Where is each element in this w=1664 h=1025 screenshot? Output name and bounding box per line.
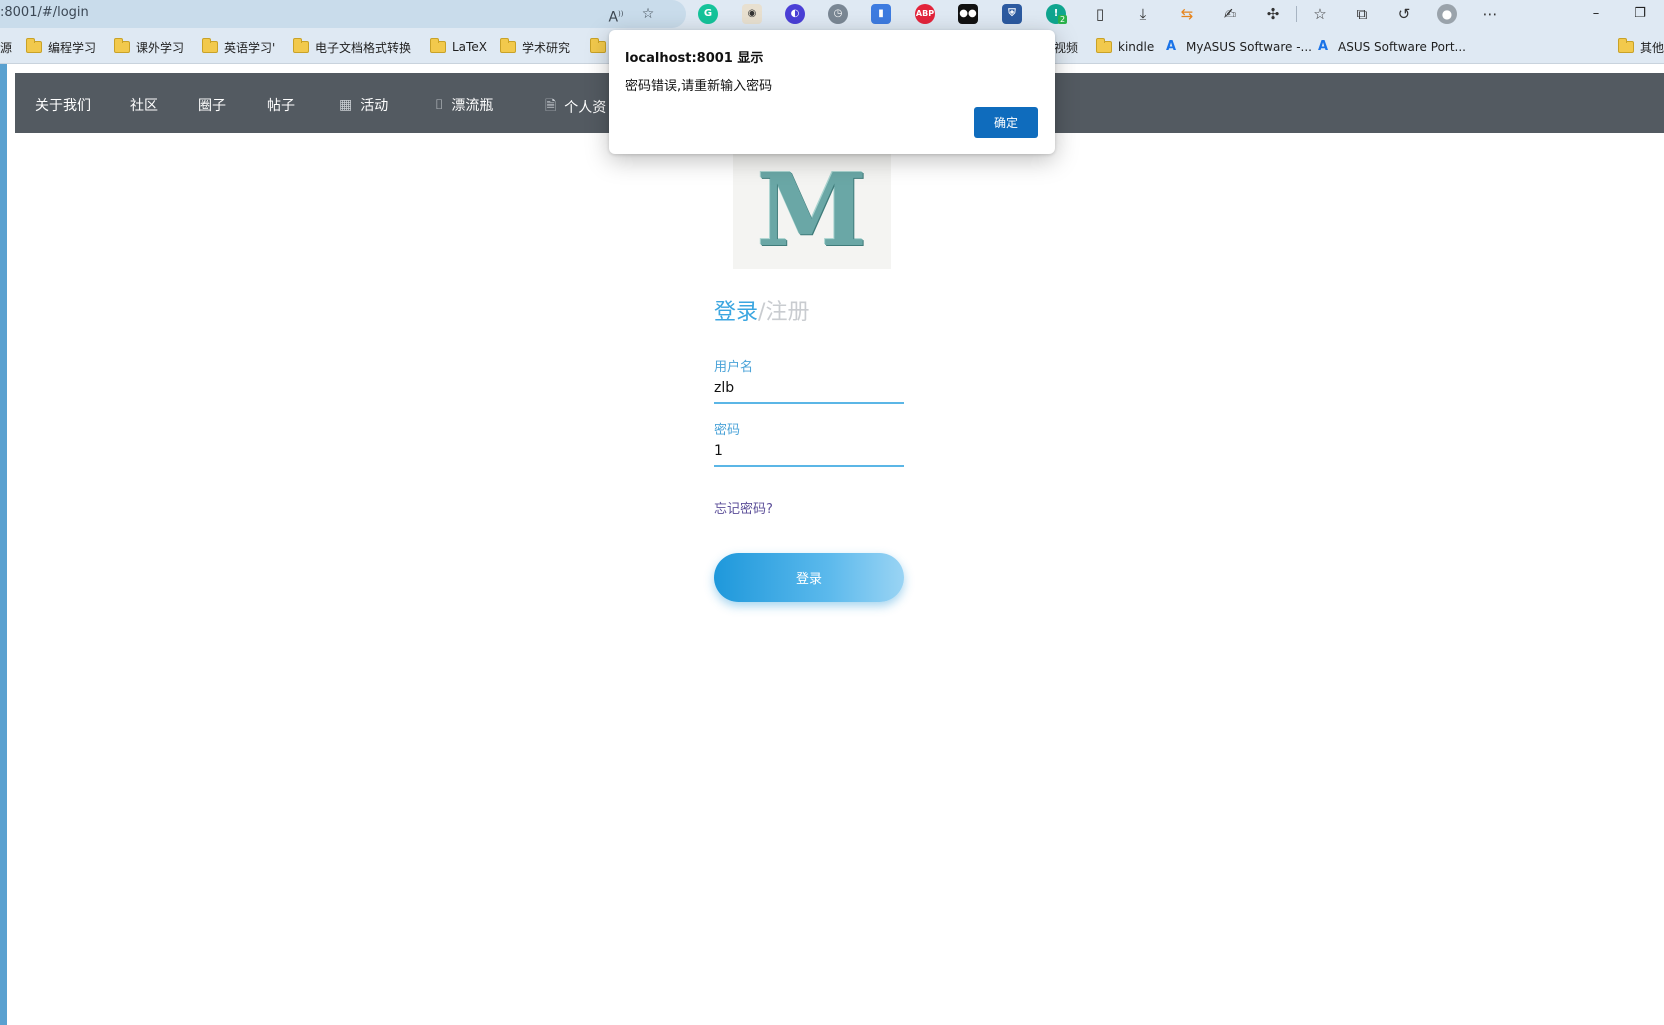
grid-icon: ▦	[339, 97, 353, 113]
owl-extension-icon[interactable]: ◉	[742, 4, 762, 24]
bookmark-link[interactable]: A MyASUS Software -...	[1166, 37, 1312, 57]
folder-icon	[590, 38, 606, 53]
bookmark-folder[interactable]: 其他	[1618, 37, 1664, 57]
folder-icon	[500, 38, 516, 53]
password-label: 密码	[714, 423, 741, 438]
bookmark-label: MyASUS Software -...	[1186, 40, 1312, 54]
bookmark-label: kindle	[1118, 40, 1155, 54]
page-icon[interactable]: ▯	[1090, 4, 1110, 24]
moon-extension-icon[interactable]: ◐	[785, 4, 805, 24]
nav-label: 帖子	[267, 98, 295, 114]
profile-avatar-icon[interactable]: ●	[1437, 4, 1457, 24]
dialog-message: 密码错误,请重新输入密码	[625, 79, 773, 94]
username-field[interactable]	[714, 374, 904, 404]
nav-item-about[interactable]: 关于我们	[35, 95, 91, 115]
extensions-puzzle-icon[interactable]: ✣	[1263, 4, 1283, 24]
site-logo: M	[733, 150, 891, 269]
nav-item-circle[interactable]: 圈子	[198, 95, 226, 115]
handwriting-icon[interactable]: ✍	[1220, 4, 1240, 24]
username-label: 用户名	[714, 360, 754, 375]
nav-item-posts[interactable]: 帖子	[267, 95, 295, 115]
bookmark-label: 电子文档格式转换	[315, 40, 412, 55]
bookmark-folder[interactable]: 英语学习'	[202, 37, 275, 57]
page-left-border	[0, 64, 7, 1025]
nav-label: 个人资	[564, 100, 607, 116]
bookmark-label: ASUS Software Port...	[1338, 40, 1466, 54]
bookmark-label: LaTeX	[452, 40, 487, 54]
nav-item-profile[interactable]: 🗎 个人资	[545, 95, 606, 119]
translate-extension-icon[interactable]: ⇆	[1177, 4, 1197, 24]
tab-login[interactable]: 登录	[714, 300, 758, 325]
download-icon[interactable]: ⤓	[1133, 4, 1153, 24]
adblock-extension-icon[interactable]: ABP	[915, 4, 935, 24]
folder-icon	[1618, 38, 1634, 53]
shield-extension-icon[interactable]: ⛨	[1002, 4, 1022, 24]
read-aloud-icon[interactable]: A))	[606, 4, 626, 26]
clock-extension-icon[interactable]: ◷	[828, 4, 848, 24]
collections-icon[interactable]: ⧉	[1352, 4, 1372, 24]
folder-icon	[430, 38, 446, 53]
bookmark-folder[interactable]: 编程学习	[26, 37, 96, 57]
bookmark-folder[interactable]: LaTeX	[430, 37, 487, 57]
password-field[interactable]	[714, 437, 904, 467]
nav-item-activity[interactable]: ▦ 活动	[339, 95, 388, 115]
extension-badge: 2	[1058, 15, 1068, 24]
nav-label: 圈子	[198, 98, 226, 114]
add-favorite-icon[interactable]: ☆	[638, 4, 658, 24]
nav-label: 活动	[360, 98, 389, 114]
bookmark-label: 英语学习'	[224, 40, 276, 55]
asus-icon: A	[1318, 39, 1329, 54]
more-options-icon[interactable]: ⋯	[1480, 4, 1500, 24]
minimize-window-icon[interactable]: –	[1584, 4, 1608, 24]
browser-toolbar: :8001/#/login A)) ☆ G ◉ ◐ ◷ ▮ ABP ●● ⛨ !…	[0, 0, 1664, 28]
bookmark-item[interactable]: 源	[0, 37, 12, 57]
login-button[interactable]: 登录	[714, 553, 904, 602]
history-icon[interactable]: ↺	[1394, 4, 1414, 24]
bottle-icon: ⌷	[435, 97, 444, 113]
bookmark-item[interactable]: 视频	[1054, 37, 1078, 57]
restore-window-icon[interactable]: ❐	[1628, 4, 1652, 24]
folder-icon	[1096, 38, 1112, 53]
bookmark-folder[interactable]: 电子文档格式转换	[293, 37, 411, 57]
tab-register[interactable]: 注册	[765, 300, 809, 325]
bookmark-label: 源	[0, 40, 13, 55]
nav-label: 社区	[130, 98, 158, 114]
folder-icon	[114, 38, 130, 53]
auth-title: 登录/注册	[714, 294, 809, 326]
asus-icon: A	[1166, 39, 1177, 54]
grammarly-extension-icon[interactable]: G	[698, 4, 718, 24]
bookmark-label: 学术研究	[522, 40, 571, 55]
tampermonkey-extension-icon[interactable]: ●●	[958, 4, 978, 24]
folder-icon	[26, 38, 42, 53]
logo-letter: M	[756, 150, 868, 269]
nav-label: 漂流瓶	[451, 98, 494, 114]
bookmark-folder[interactable]: 学术研究	[500, 37, 570, 57]
folder-icon	[202, 38, 218, 53]
bookmark-folder[interactable]: kindle	[1096, 37, 1154, 57]
nav-item-community[interactable]: 社区	[130, 95, 158, 115]
bookmark-label: 课外学习	[136, 40, 185, 55]
bookmark-label: 其他	[1640, 40, 1664, 55]
bookmark-label: 编程学习	[48, 40, 97, 55]
favorites-icon[interactable]: ☆	[1310, 4, 1330, 24]
url-text[interactable]: :8001/#/login	[0, 5, 89, 20]
bookmark-label: 视频	[1054, 40, 1079, 55]
toolbar-separator	[1296, 6, 1297, 22]
nav-item-drift-bottle[interactable]: ⌷ 漂流瓶	[435, 95, 493, 115]
dialog-ok-button[interactable]: 确定	[974, 107, 1038, 138]
document-icon: 🗎	[545, 98, 557, 114]
address-bar[interactable]: :8001/#/login A)) ☆	[0, 0, 686, 28]
bookmark-folder[interactable]: 课外学习	[114, 37, 184, 57]
folder-icon	[293, 38, 309, 53]
nav-label: 关于我们	[35, 98, 91, 114]
bookmark-link[interactable]: A ASUS Software Port...	[1318, 37, 1466, 57]
forgot-password-link[interactable]: 忘记密码?	[714, 498, 773, 517]
dialog-title: localhost:8001 显示	[625, 51, 764, 66]
stats-extension-icon[interactable]: ▮	[871, 4, 891, 24]
alert-dialog: localhost:8001 显示 密码错误,请重新输入密码 确定	[609, 30, 1055, 154]
